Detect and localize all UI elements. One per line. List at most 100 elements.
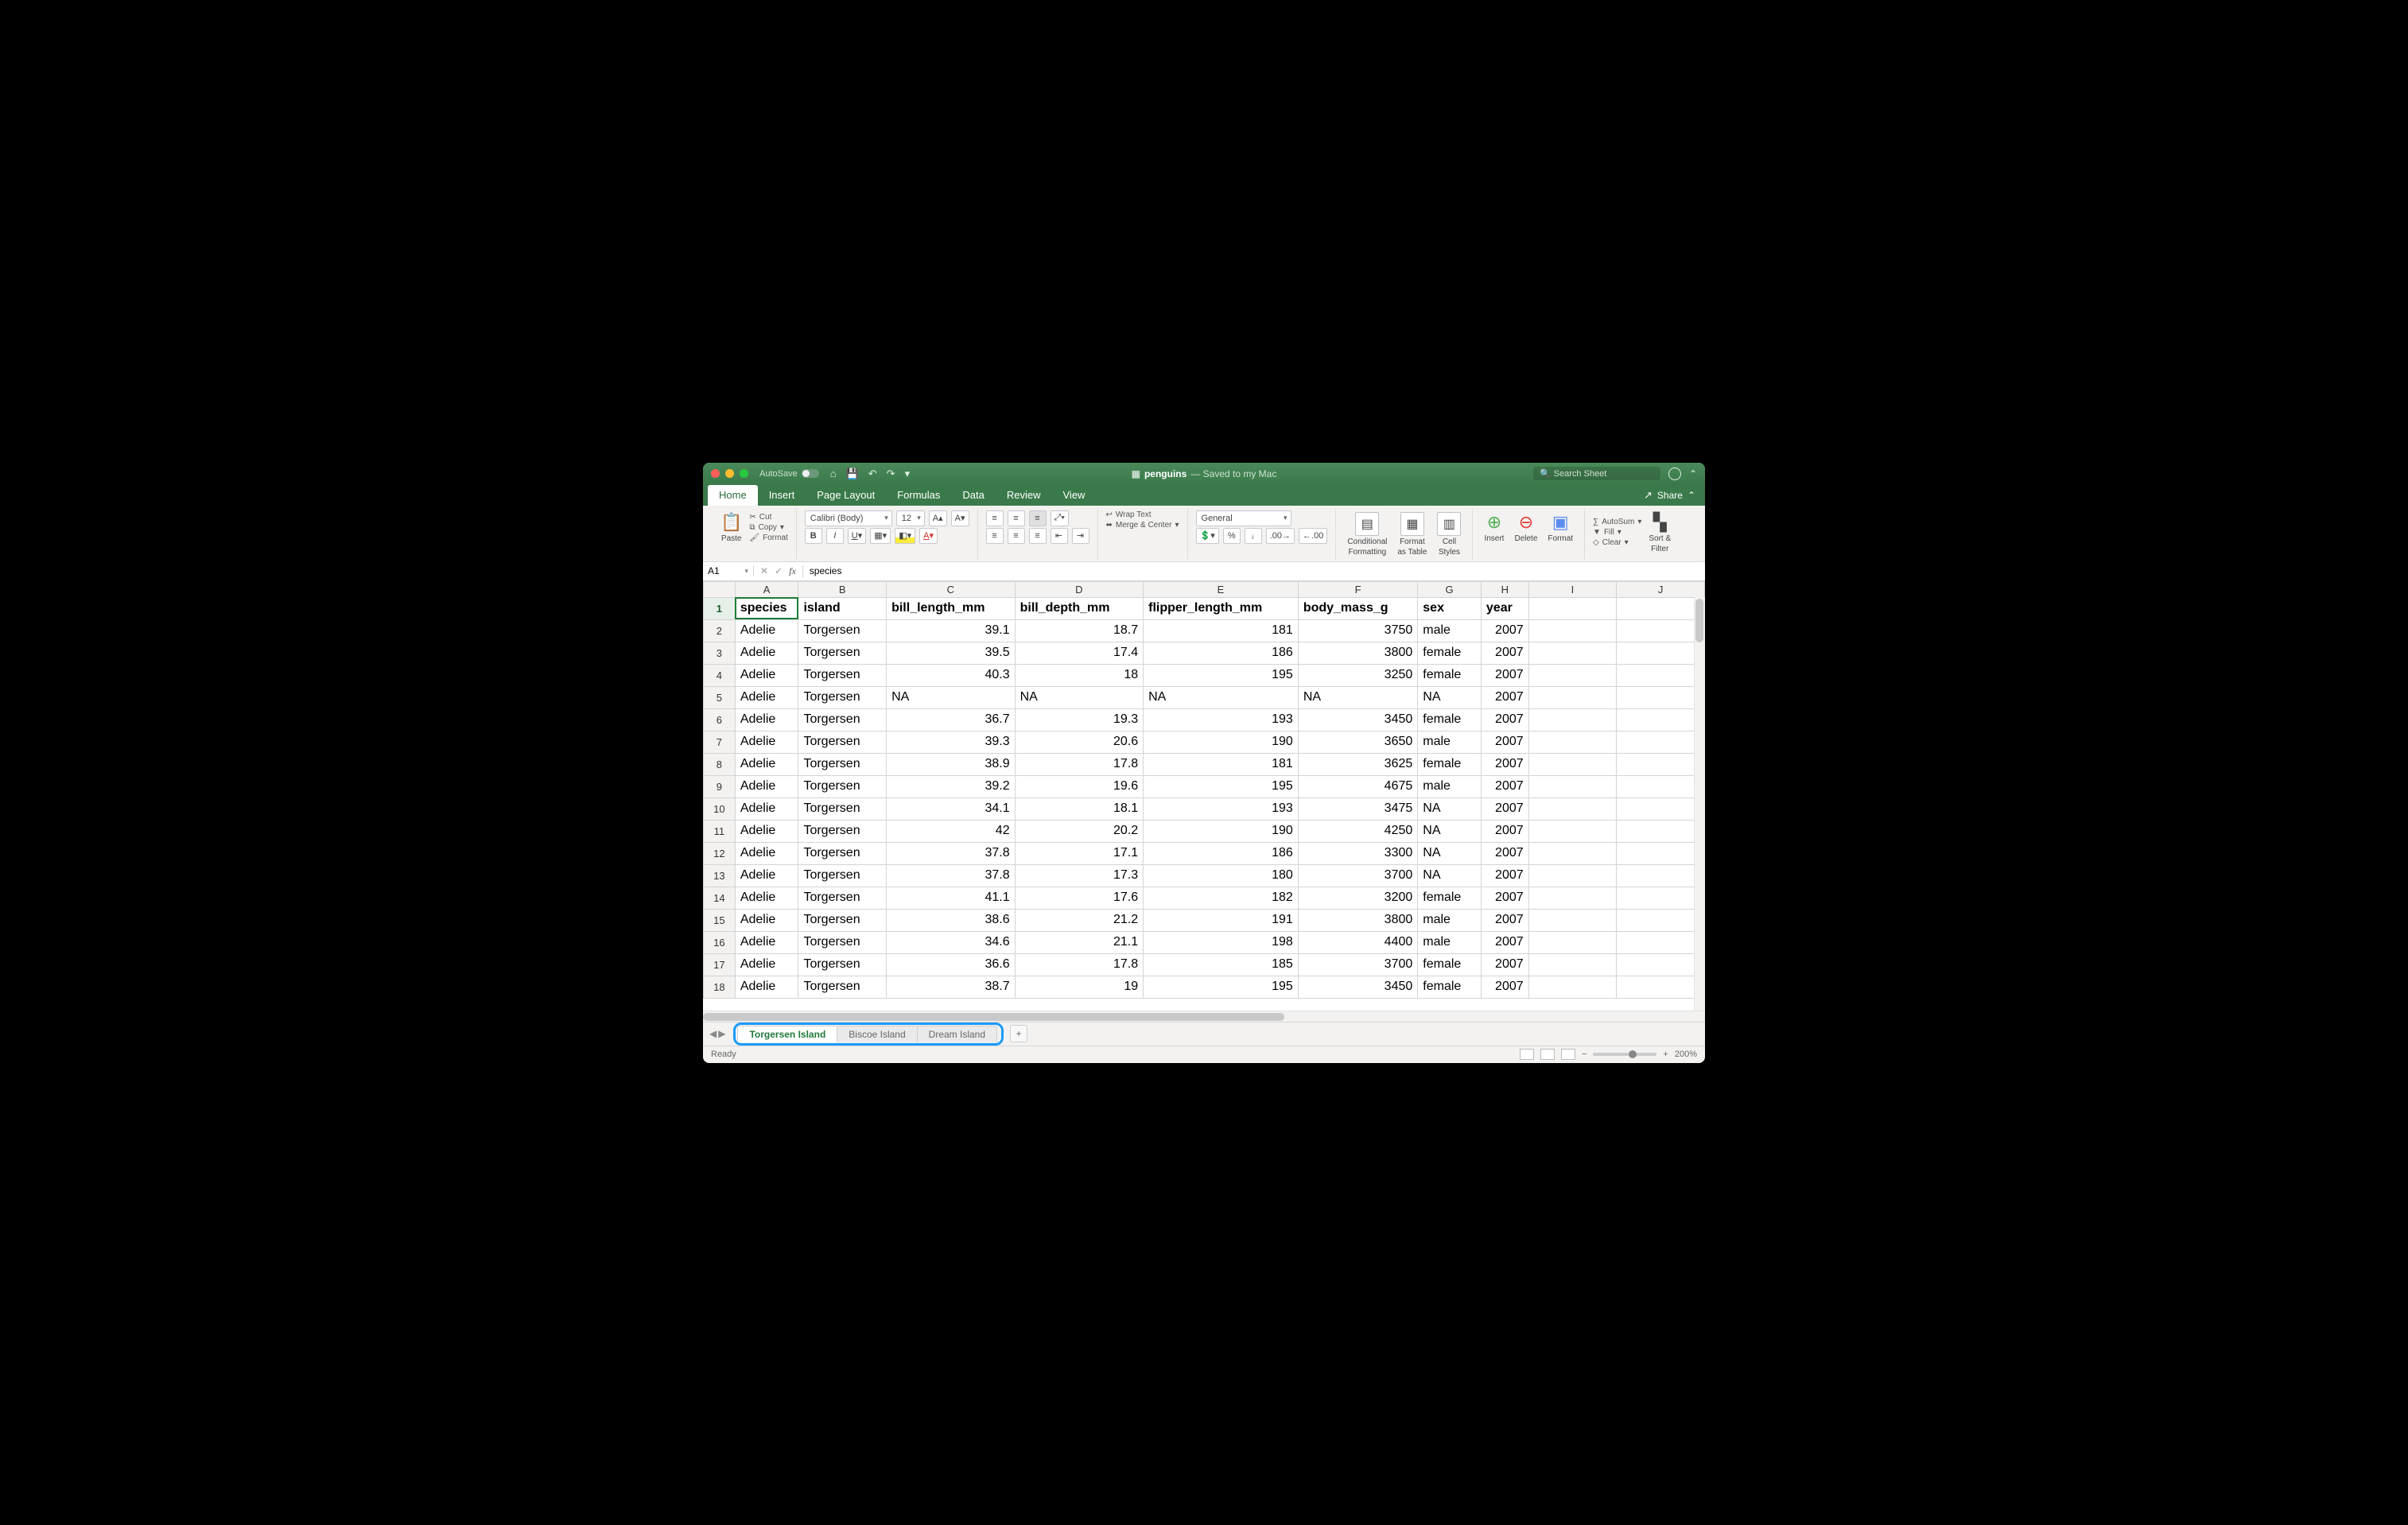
cell[interactable] (1528, 597, 1617, 619)
cell[interactable] (1617, 864, 1705, 887)
cell[interactable]: 2007 (1481, 820, 1528, 842)
cell[interactable]: female (1418, 664, 1482, 686)
decrease-font-button[interactable]: A▾ (951, 510, 969, 526)
cell[interactable]: Adelie (735, 887, 798, 909)
align-left-button[interactable]: ≡ (986, 528, 1004, 544)
cell[interactable]: 191 (1144, 909, 1299, 931)
cell[interactable]: Torgersen (798, 753, 887, 775)
cell[interactable] (1617, 953, 1705, 976)
autosave-toggle[interactable]: AutoSave (759, 469, 819, 479)
ribbon-tab-review[interactable]: Review (996, 485, 1052, 506)
cell[interactable]: 3800 (1298, 642, 1417, 664)
cell[interactable]: 20.6 (1015, 731, 1144, 753)
cell[interactable]: 39.3 (887, 731, 1016, 753)
cell[interactable]: 2007 (1481, 664, 1528, 686)
cell[interactable]: NA (1015, 686, 1144, 708)
horizontal-scrollbar[interactable] (703, 1011, 1705, 1022)
share-button[interactable]: Share (1657, 490, 1683, 501)
row-header-1[interactable]: 1 (704, 597, 736, 619)
cell[interactable]: Torgersen (798, 619, 887, 642)
cell[interactable]: 3700 (1298, 864, 1417, 887)
cell[interactable]: 2007 (1481, 887, 1528, 909)
select-all-corner[interactable] (704, 581, 736, 597)
cell[interactable]: 195 (1144, 775, 1299, 797)
cell[interactable]: Adelie (735, 775, 798, 797)
cell[interactable]: Torgersen (798, 842, 887, 864)
cell[interactable]: 17.4 (1015, 642, 1144, 664)
redo-icon[interactable]: ↷ (887, 468, 895, 480)
align-middle-button[interactable]: ≡ (1008, 510, 1025, 526)
cell[interactable]: female (1418, 887, 1482, 909)
cell[interactable]: Adelie (735, 686, 798, 708)
cell[interactable]: 186 (1144, 842, 1299, 864)
wrap-text-button[interactable]: ↩Wrap Text (1106, 510, 1179, 519)
italic-button[interactable]: I (826, 528, 844, 544)
cell[interactable] (1617, 931, 1705, 953)
column-header-A[interactable]: A (735, 581, 798, 597)
cell[interactable]: body_mass_g (1298, 597, 1417, 619)
fill-button[interactable]: ▼Fill▾ (1593, 528, 1641, 537)
cell[interactable]: flipper_length_mm (1144, 597, 1299, 619)
cell[interactable]: 17.3 (1015, 864, 1144, 887)
ribbon-tab-insert[interactable]: Insert (758, 485, 806, 506)
conditional-formatting-button[interactable]: ▤ Conditional Formatting (1344, 510, 1390, 558)
cell[interactable]: Adelie (735, 642, 798, 664)
cell[interactable]: 181 (1144, 619, 1299, 642)
cell[interactable]: 42 (887, 820, 1016, 842)
column-header-H[interactable]: H (1481, 581, 1528, 597)
row-header-6[interactable]: 6 (704, 708, 736, 731)
currency-button[interactable]: 💲▾ (1196, 528, 1219, 544)
cell[interactable]: 2007 (1481, 642, 1528, 664)
cell[interactable] (1528, 864, 1617, 887)
cell[interactable]: 17.8 (1015, 953, 1144, 976)
format-cells-button[interactable]: ▣Format (1544, 510, 1576, 545)
column-header-E[interactable]: E (1144, 581, 1299, 597)
comma-button[interactable]: ⱼ (1245, 528, 1262, 544)
cell[interactable]: Torgersen (798, 887, 887, 909)
cell[interactable]: 193 (1144, 708, 1299, 731)
cell[interactable]: Adelie (735, 731, 798, 753)
cell[interactable]: 19.3 (1015, 708, 1144, 731)
cell[interactable]: 4400 (1298, 931, 1417, 953)
cell[interactable]: Torgersen (798, 642, 887, 664)
cell[interactable] (1617, 887, 1705, 909)
cell[interactable]: NA (1418, 864, 1482, 887)
cell[interactable]: NA (1418, 820, 1482, 842)
cut-button[interactable]: ✂Cut (749, 513, 787, 522)
normal-view-button[interactable] (1520, 1049, 1534, 1060)
chevron-down-icon[interactable]: ▾ (905, 468, 911, 480)
cell[interactable] (1617, 820, 1705, 842)
confirm-icon[interactable]: ✓ (775, 565, 783, 576)
fx-icon[interactable]: fx (789, 565, 796, 577)
sheet-tab-biscoe-island[interactable]: Biscoe Island (837, 1026, 917, 1042)
cell[interactable] (1617, 686, 1705, 708)
paste-button[interactable]: 📋 Paste (717, 510, 745, 545)
cell[interactable]: Torgersen (798, 864, 887, 887)
vertical-scrollbar[interactable] (1694, 597, 1705, 1011)
cell[interactable]: 40.3 (887, 664, 1016, 686)
cell[interactable]: Torgersen (798, 731, 887, 753)
cancel-icon[interactable]: ✕ (760, 565, 768, 576)
merge-center-button[interactable]: ⬌Merge & Center▾ (1106, 521, 1179, 530)
cell[interactable]: Torgersen (798, 775, 887, 797)
sort-filter-button[interactable]: ▚ Sort & Filter (1645, 510, 1674, 555)
spreadsheet-grid[interactable]: ABCDEFGHIJ 1speciesislandbill_length_mmb… (703, 581, 1705, 1011)
cell[interactable]: 4675 (1298, 775, 1417, 797)
row-header-17[interactable]: 17 (704, 953, 736, 976)
ribbon-tab-home[interactable]: Home (708, 485, 758, 506)
cell[interactable] (1528, 775, 1617, 797)
cell[interactable]: Torgersen (798, 931, 887, 953)
format-as-table-button[interactable]: ▦ Format as Table (1394, 510, 1430, 558)
row-header-18[interactable]: 18 (704, 976, 736, 998)
cell[interactable]: 37.8 (887, 842, 1016, 864)
ribbon-tab-view[interactable]: View (1052, 485, 1097, 506)
border-button[interactable]: ▦▾ (870, 528, 891, 544)
autosum-button[interactable]: ∑AutoSum▾ (1593, 518, 1641, 526)
cell[interactable]: 21.2 (1015, 909, 1144, 931)
cell[interactable]: female (1418, 953, 1482, 976)
cell[interactable]: 37.8 (887, 864, 1016, 887)
cell[interactable]: 193 (1144, 797, 1299, 820)
cell[interactable]: 3625 (1298, 753, 1417, 775)
cell[interactable]: 2007 (1481, 797, 1528, 820)
copy-button[interactable]: ⧉Copy▾ (749, 523, 787, 532)
